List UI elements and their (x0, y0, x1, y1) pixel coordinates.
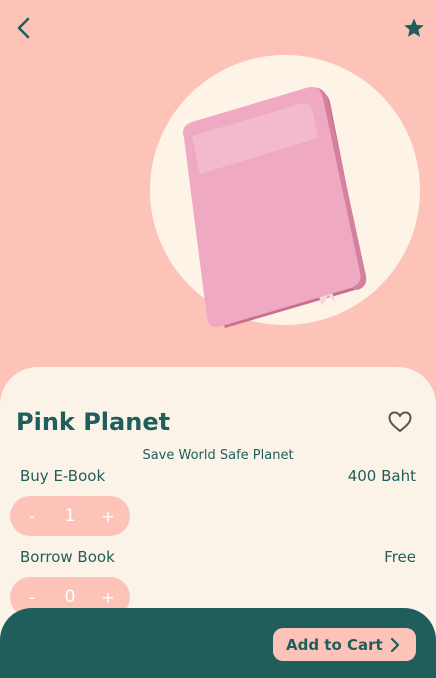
like-button[interactable] (387, 410, 413, 434)
buy-ebook-price: 400 Baht (347, 467, 416, 485)
book-icon (170, 80, 390, 350)
star-icon (404, 18, 424, 37)
product-title: Pink Planet (16, 408, 171, 436)
borrow-book-label: Borrow Book (20, 548, 115, 566)
chevron-right-icon (390, 637, 400, 653)
quantity-value: 1 (64, 506, 76, 526)
heart-outline-icon (388, 411, 412, 433)
favorite-button[interactable] (400, 14, 428, 42)
buy-ebook-quantity-stepper: - 1 + (10, 496, 130, 536)
borrow-book-price: Free (384, 548, 416, 566)
increment-button[interactable]: + (100, 588, 116, 607)
chevron-left-icon (17, 17, 30, 39)
back-button[interactable] (10, 14, 38, 42)
product-subtitle: Save World Safe Planet (142, 448, 294, 463)
add-to-cart-button[interactable]: Add to Cart (273, 628, 416, 661)
quantity-value: 0 (64, 587, 76, 607)
add-to-cart-label: Add to Cart (286, 635, 383, 654)
decrement-button[interactable]: - (24, 588, 40, 607)
increment-button[interactable]: + (100, 507, 116, 526)
decrement-button[interactable]: - (24, 507, 40, 526)
buy-ebook-label: Buy E-Book (20, 467, 106, 485)
